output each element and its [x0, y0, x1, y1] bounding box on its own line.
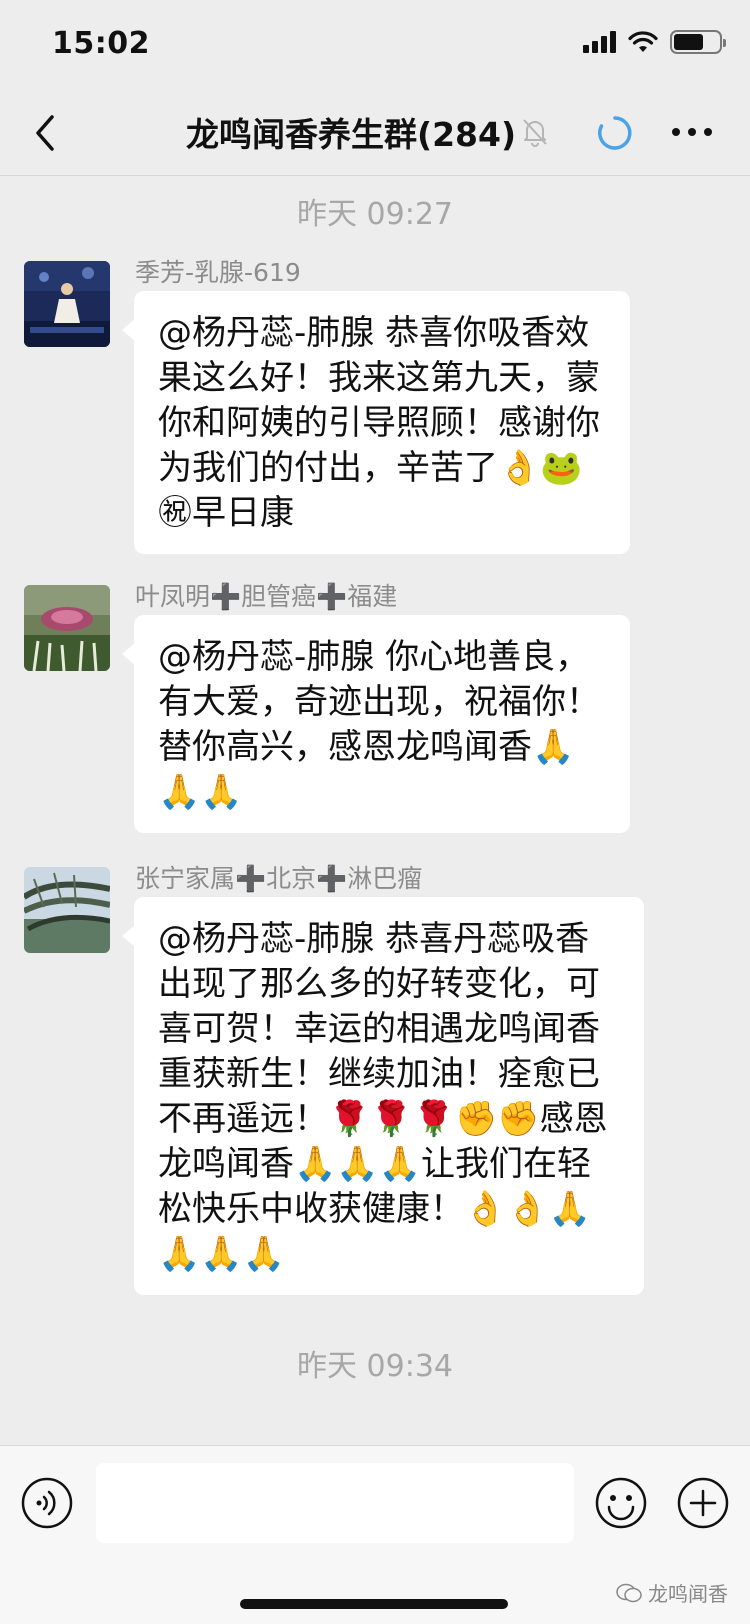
message-bubble[interactable]: @杨丹蕊-肺腺 恭喜你吸香效果这么好！我来这第九天，蒙你和阿姨的引导照顾！感谢你…	[122, 291, 630, 554]
sender-name: 叶凤明➕胆管癌➕福建	[135, 582, 398, 611]
sender-name: 张宁家属➕北京➕淋巴瘤	[135, 864, 423, 893]
timestamp: 昨天 09:34	[297, 1349, 453, 1384]
home-indicator	[240, 1599, 508, 1609]
avatar[interactable]	[24, 261, 110, 347]
loading-spinner-icon	[598, 116, 632, 150]
message: 张宁家属➕北京➕淋巴瘤 @杨丹蕊-肺腺 恭喜丹蕊吸香出现了那么多的好转变化，可喜…	[0, 864, 750, 1327]
watermark-text: 龙鸣闻香	[648, 1582, 728, 1606]
mute-bell-icon	[523, 119, 547, 147]
avatar[interactable]	[24, 585, 110, 671]
plus-icon[interactable]	[676, 1476, 730, 1530]
battery-icon	[670, 30, 726, 54]
message: 叶凤明➕胆管癌➕福建 @杨丹蕊-肺腺 你心地善良，有大爱，奇迹出现，祝福你！替你…	[0, 582, 750, 845]
voice-input-icon[interactable]	[20, 1476, 74, 1530]
timestamp: 昨天 09:27	[297, 197, 453, 232]
sender-name: 季芳-乳腺-619	[135, 258, 301, 287]
chat-area[interactable]: 昨天 09:27 季芳-乳腺-619 @杨丹蕊-肺腺 恭喜你吸香效果这么好！我来…	[0, 177, 750, 1445]
status-time: 15:02	[52, 26, 150, 61]
wechat-icon	[616, 1583, 642, 1602]
input-bar: 龙鸣闻香	[0, 1445, 750, 1624]
message-bubble[interactable]: @杨丹蕊-肺腺 你心地善良，有大爱，奇迹出现，祝福你！替你高兴，感恩龙鸣闻香🙏🙏…	[122, 615, 630, 833]
status-bar: 15:02	[0, 0, 750, 90]
avatar[interactable]	[24, 867, 110, 953]
nav-bar: 龙鸣闻香养生群(284)	[0, 90, 750, 176]
back-arrow-icon[interactable]	[30, 112, 60, 154]
watermark: 龙鸣闻香	[616, 1578, 728, 1607]
wifi-icon	[628, 31, 658, 52]
message-bubble[interactable]: @杨丹蕊-肺腺 恭喜丹蕊吸香出现了那么多的好转变化，可喜可贺！幸运的相遇龙鸣闻香…	[122, 897, 644, 1295]
chat-title: 龙鸣闻香养生群(284)	[186, 115, 517, 154]
message-input[interactable]	[96, 1463, 574, 1543]
message: 季芳-乳腺-619 @杨丹蕊-肺腺 恭喜你吸香效果这么好！我来这第九天，蒙你和阿…	[0, 258, 750, 561]
cellular-signal-icon	[583, 31, 616, 53]
status-icons	[583, 30, 726, 54]
emoji-icon[interactable]	[594, 1476, 648, 1530]
more-options-icon[interactable]	[672, 128, 712, 136]
